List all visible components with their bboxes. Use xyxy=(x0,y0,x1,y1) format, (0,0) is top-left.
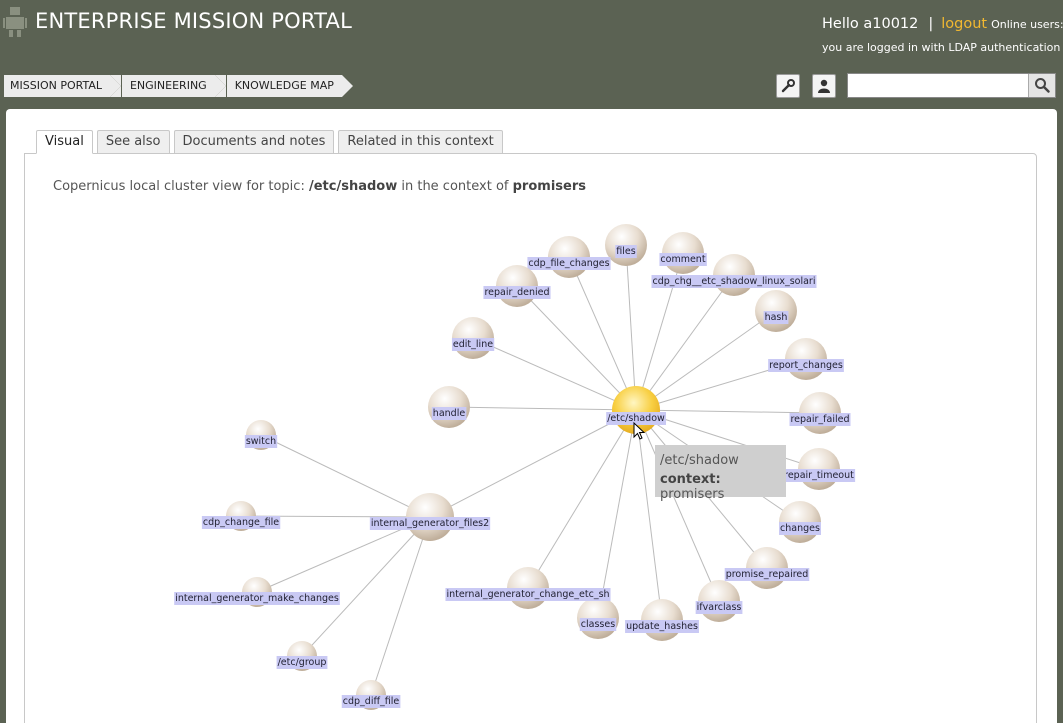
node-label: internal_generator_make_changes xyxy=(175,593,339,604)
node-label: handle xyxy=(433,408,466,419)
node-label: changes xyxy=(780,523,820,534)
graph-node-ifvarclass[interactable]: ifvarclass xyxy=(695,580,743,622)
graph-edge xyxy=(472,337,637,411)
graph-node-handle[interactable]: handle xyxy=(428,386,470,428)
node-label: hash xyxy=(765,312,788,323)
graph-node-edit-line[interactable]: edit_line xyxy=(451,317,495,359)
graph-edge xyxy=(568,256,637,411)
node-label: repair_timeout xyxy=(784,470,854,481)
tooltip-topic: /etc/shadow xyxy=(660,453,739,468)
tooltip-context-value: promisers xyxy=(660,487,725,502)
graph-node-cdp-file-changes[interactable]: cdp_file_changes xyxy=(527,236,611,278)
knowledge-map-graph: /etc/shadow files cdp_file_changes comment c… xyxy=(174,224,856,710)
tab-visual[interactable]: Visual xyxy=(36,130,93,154)
graph-node-comment[interactable]: comment xyxy=(659,232,707,274)
graph-edge xyxy=(625,244,637,411)
graph-node-repair-failed[interactable]: repair_failed xyxy=(789,392,851,434)
graph-node-update-hashes[interactable]: update_hashes xyxy=(625,599,699,641)
graph-edge xyxy=(635,310,777,411)
graph-node-repair-timeout[interactable]: repair_timeout xyxy=(783,448,856,490)
graph-node-repair-denied[interactable]: repair_denied xyxy=(483,265,551,307)
node-tooltip: /etc/shadow context: promisers xyxy=(655,445,786,502)
node-label: repair_denied xyxy=(484,287,549,298)
graph-node-switch[interactable]: switch xyxy=(244,420,278,450)
node-label: files xyxy=(616,246,635,257)
tooltip-context: context: promisers xyxy=(660,472,786,502)
graph-node-files[interactable]: files xyxy=(605,224,647,266)
node-label: classes xyxy=(581,619,615,630)
graph-edge xyxy=(370,516,431,696)
node-label: update_hashes xyxy=(626,621,698,632)
node-label: ifvarclass xyxy=(697,602,742,613)
node-label: switch xyxy=(246,436,276,447)
node-label: internal_generator_change_etc_sh xyxy=(446,589,609,600)
node-label: cdp_chg__etc_shadow_linux_solari xyxy=(653,276,816,287)
graph-edge xyxy=(448,406,637,411)
graph-node-internal-generator-files2[interactable]: internal_generator_files2 xyxy=(369,493,491,541)
graph-edge xyxy=(516,285,637,411)
graph-edge xyxy=(301,516,431,657)
node-label: cdp_file_changes xyxy=(528,258,609,269)
graph-node-etc-group[interactable]: /etc/group xyxy=(276,641,328,671)
node-label: promise_repaired xyxy=(726,569,809,580)
graph-node-changes[interactable]: changes xyxy=(779,501,822,543)
graph-node-cdp-diff-file[interactable]: cdp_diff_file xyxy=(341,680,401,710)
graph-edge xyxy=(260,434,431,518)
tooltip-context-label: context: xyxy=(660,472,721,487)
graph-node-promise-repaired[interactable]: promise_repaired xyxy=(724,547,810,589)
node-label: edit_line xyxy=(453,339,493,350)
graph-edge xyxy=(429,409,637,518)
node-label: /etc/group xyxy=(278,657,327,668)
node-label: repair_failed xyxy=(790,414,849,425)
node-label: comment xyxy=(660,254,705,265)
graph-node-report-changes[interactable]: report_changes xyxy=(768,338,844,380)
node-label: internal_generator_files2 xyxy=(371,518,489,529)
graph-node-cdp-change-file[interactable]: cdp_change_file xyxy=(201,501,281,531)
mouse-cursor-icon xyxy=(633,422,646,440)
node-label: cdp_diff_file xyxy=(343,696,400,707)
graph-node-internal-generator-make-changes[interactable]: internal_generator_make_changes xyxy=(174,577,340,607)
node-label: cdp_change_file xyxy=(203,517,279,528)
graph-node-hash[interactable]: hash xyxy=(755,290,797,332)
graph-node-classes[interactable]: classes xyxy=(577,597,619,639)
graph-edge xyxy=(635,274,735,411)
node-label: report_changes xyxy=(769,360,843,371)
